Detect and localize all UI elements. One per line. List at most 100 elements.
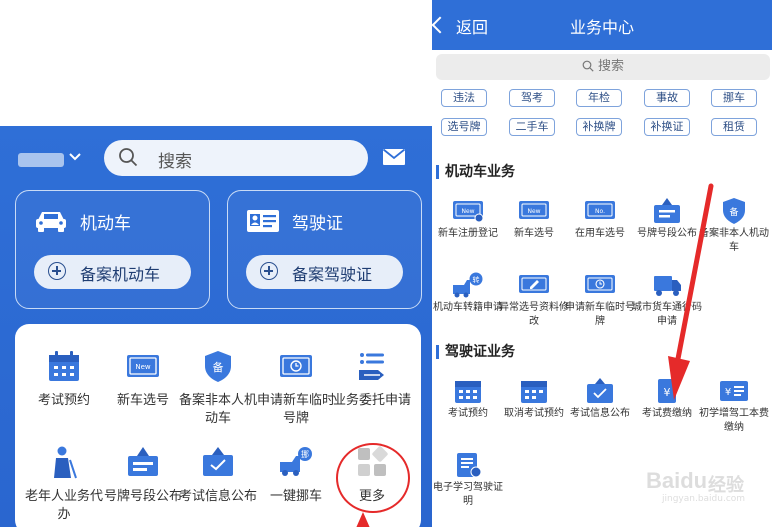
used-plate-icon: No. — [585, 201, 615, 219]
tag-accident[interactable]: 事故 — [644, 89, 690, 107]
service-label: 号牌号段公布 — [637, 228, 697, 239]
service-exam-fee-payment[interactable]: ¥ 考试费缴纳 — [634, 377, 700, 449]
tag-move-car[interactable]: 挪车 — [711, 89, 757, 107]
search-icon — [582, 60, 594, 72]
service-exam-info[interactable]: 考试信息公布 — [567, 377, 633, 449]
section-title-license: 驾驶证业务 — [436, 345, 515, 359]
svg-text:New: New — [135, 363, 151, 371]
service-e-learning-certificate[interactable]: 电子学习驾驶证明 — [433, 451, 503, 523]
exam-info-icon — [587, 378, 613, 403]
calendar-icon — [455, 381, 481, 403]
register-license-button[interactable]: 备案驾驶证 — [246, 255, 403, 289]
service-new-plate[interactable]: New 新车选号 — [102, 348, 184, 438]
service-register-others-vehicle[interactable]: 备 备案非本人机动车 — [177, 348, 259, 438]
service-vehicle-transfer[interactable]: 转 机动车转籍申请 — [433, 271, 503, 343]
search-input[interactable]: 搜索 — [436, 54, 770, 80]
register-vehicle-label: 备案机动车 — [80, 265, 161, 284]
transfer-icon: 转 — [453, 272, 483, 298]
svg-text:挪: 挪 — [301, 449, 309, 459]
truck-pass-icon — [654, 276, 681, 296]
service-label: 考试信息公布 — [570, 408, 630, 419]
svg-text:No.: No. — [595, 208, 605, 215]
search-input[interactable]: 搜索 — [104, 140, 368, 176]
tag-select-plate[interactable]: 选号牌 — [441, 118, 487, 136]
tag-used-car[interactable]: 二手车 — [509, 118, 555, 136]
svg-text:New: New — [527, 208, 540, 215]
tag-driving-exam[interactable]: 驾考 — [509, 89, 555, 107]
tag-replace-license[interactable]: 补换证 — [644, 118, 690, 136]
shield-icon: 备 — [205, 351, 231, 382]
business-center-screen: 返回 业务中心 搜索 违法 驾考 年检 事故 挪车 选号牌 二手车 补换牌 补换… — [432, 0, 772, 527]
watermark-url: jingyan.baidu.com — [662, 494, 746, 504]
service-label: 新车选号 — [514, 228, 554, 239]
service-label: 业务委托申请 — [332, 393, 411, 408]
vehicle-card-title: 机动车 — [80, 214, 131, 234]
plate-segment-icon — [128, 447, 158, 476]
service-label: 取消考试预约 — [504, 408, 564, 419]
register-vehicle-button[interactable]: 备案机动车 — [34, 255, 191, 289]
service-temp-plate[interactable]: 申请新车临时号牌 — [565, 271, 635, 343]
search-placeholder: 搜索 — [597, 59, 624, 74]
license-card[interactable]: 驾驶证 备案驾驶证 — [227, 190, 422, 309]
search-placeholder: 搜索 — [158, 152, 192, 172]
service-used-plate[interactable]: No. 在用车选号 — [567, 197, 633, 269]
shield-icon: 备 — [723, 198, 745, 224]
service-new-plate[interactable]: New 新车选号 — [501, 197, 567, 269]
service-plate-info-edit[interactable]: 异常选号资料修改 — [499, 271, 569, 343]
service-label: 初学增驾工本费缴纳 — [699, 408, 769, 433]
temp-plate-icon — [280, 355, 312, 377]
service-exam-booking[interactable]: 考试预约 — [435, 377, 501, 449]
service-truck-pass[interactable]: 城市货车通行码申请 — [632, 271, 702, 343]
service-label: 备案非本人机动车 — [178, 393, 257, 426]
service-plate-segment[interactable]: 号牌号段公布 — [102, 444, 184, 527]
service-label: 一键挪车 — [269, 489, 322, 504]
service-label: 异常选号资料修改 — [499, 302, 569, 327]
service-label: 在用车选号 — [575, 228, 625, 239]
section-title-vehicle: 机动车业务 — [436, 165, 515, 179]
service-delegate-request[interactable]: 业务委托申请 — [331, 348, 413, 438]
tag-annual-inspection[interactable]: 年检 — [576, 89, 622, 107]
service-label: 考试信息公布 — [178, 489, 257, 504]
page-title: 业务中心 — [569, 18, 634, 37]
top-bar: 返回 业务中心 — [432, 0, 772, 50]
service-exam-info[interactable]: 考试信息公布 — [177, 444, 259, 527]
search-icon — [119, 148, 138, 167]
svg-text:¥: ¥ — [725, 387, 731, 398]
service-move-car[interactable]: 挪 一键挪车 — [255, 444, 337, 527]
mail-icon[interactable] — [382, 148, 406, 166]
cancel-calendar-icon — [521, 381, 547, 403]
vehicle-card[interactable]: 机动车 备案机动车 — [15, 190, 210, 309]
delegate-icon — [359, 353, 384, 380]
watermark-brand: Baidu — [646, 468, 708, 493]
temp-plate-icon — [585, 275, 615, 293]
region-selector[interactable] — [18, 150, 88, 170]
svg-text:转: 转 — [473, 275, 480, 284]
service-exam-booking[interactable]: 考试预约 — [23, 348, 105, 438]
e-certificate-icon — [457, 453, 482, 478]
tag-violation[interactable]: 违法 — [441, 89, 487, 107]
service-label: 考试预约 — [448, 408, 488, 419]
register-license-label: 备案驾驶证 — [292, 265, 373, 284]
service-temp-plate[interactable]: 申请新车临时号牌 — [255, 348, 337, 438]
service-plate-segment[interactable]: 号牌号段公布 — [634, 197, 700, 269]
service-cancel-exam-booking[interactable]: 取消考试预约 — [501, 377, 567, 449]
service-register-others-vehicle[interactable]: 备 备案非本人机动车 — [699, 197, 769, 269]
svg-text:New: New — [461, 208, 474, 215]
move-car-icon: 挪 — [280, 447, 312, 476]
new-register-icon: New — [453, 201, 484, 223]
service-elderly-agent[interactable]: 老年人业务代办 — [23, 444, 105, 527]
service-label: 考试预约 — [37, 393, 90, 408]
service-label: 电子学习驾驶证明 — [433, 482, 503, 507]
new-plate-icon: New — [127, 355, 159, 377]
service-label: 号牌号段公布 — [103, 489, 182, 504]
tag-rental[interactable]: 租赁 — [711, 118, 757, 136]
service-label: 申请新车临时号牌 — [565, 302, 635, 327]
elderly-icon — [54, 446, 77, 479]
edit-doc-icon — [519, 275, 549, 293]
service-learner-fee-payment[interactable]: ¥ 初学增驾工本费缴纳 — [699, 377, 769, 449]
baidu-watermark: Baidu 经验 jingyan.baidu.com — [646, 468, 770, 508]
plus-circle-icon — [48, 262, 66, 280]
tag-replace-plate[interactable]: 补换牌 — [576, 118, 622, 136]
service-new-register[interactable]: New 新车注册登记 — [435, 197, 501, 269]
region-name-blurred — [18, 153, 64, 167]
